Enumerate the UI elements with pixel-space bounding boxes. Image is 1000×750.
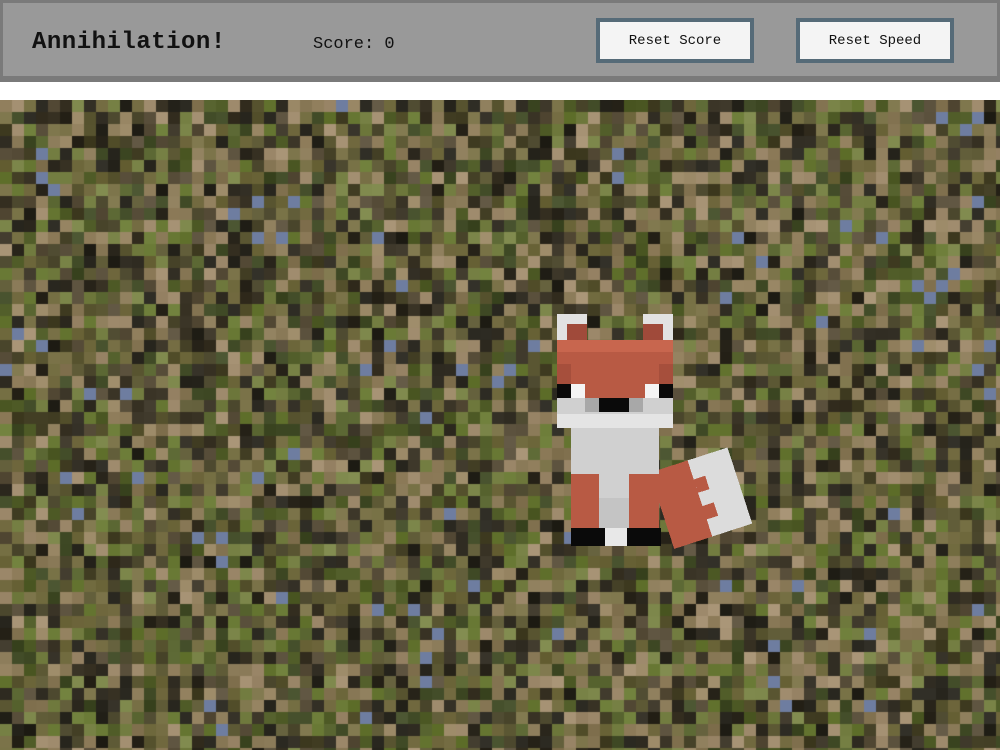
reset-speed-button[interactable]: Reset Speed (796, 18, 954, 63)
game-field[interactable] (0, 100, 1000, 750)
reset-score-button[interactable]: Reset Score (596, 18, 754, 63)
fox-sprite[interactable] (553, 308, 759, 553)
top-bar-panel: Annihilation! Score: 0 Reset Score Reset… (3, 3, 997, 76)
game-title: Annihilation! (32, 29, 226, 56)
grass-background (0, 100, 1000, 750)
score-display: Score: 0 (313, 35, 395, 54)
top-bar: Annihilation! Score: 0 Reset Score Reset… (0, 0, 1000, 82)
